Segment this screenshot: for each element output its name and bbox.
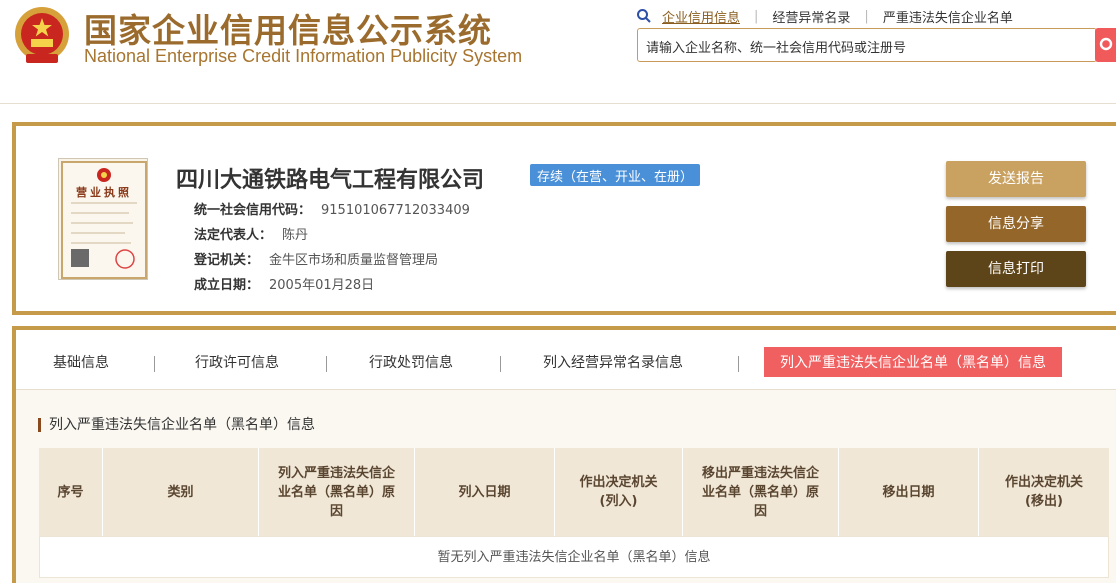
column-header: 列入日期 xyxy=(415,448,555,536)
column-header: 移出日期 xyxy=(839,448,979,536)
column-header: 移出严重违法失信企业名单（黑名单）原因 xyxy=(683,448,839,536)
site-title: 国家企业信用信息公示系统 xyxy=(84,11,492,50)
info-row-credit-code: 统一社会信用代码： 915101067712033409 xyxy=(194,203,470,218)
search-icon xyxy=(1099,37,1113,51)
status-badge: 存续（在营、开业、在册） xyxy=(530,164,701,186)
share-info-button[interactable]: 信息分享 xyxy=(946,206,1086,242)
business-license-thumbnail[interactable]: 营业执照 xyxy=(58,158,148,280)
tab-bar: 基础信息 行政许可信息 行政处罚信息 列入经营异常名录信息 列入严重违法失信企业… xyxy=(16,330,1116,390)
top-nav: 企业信用信息 | 经营异常名录 | 严重违法失信企业名单 xyxy=(636,6,1013,26)
tab-blacklist[interactable]: 列入严重违法失信企业名单（黑名单）信息 xyxy=(764,347,1062,377)
column-header: 列入严重违法失信企业名单（黑名单）原因 xyxy=(259,448,415,536)
content-panel: 基础信息 行政许可信息 行政处罚信息 列入经营异常名录信息 列入严重违法失信企业… xyxy=(12,326,1116,583)
site-title-english: National Enterprise Credit Information P… xyxy=(84,46,523,66)
tab-basic-info[interactable]: 基础信息 xyxy=(53,352,109,372)
info-row-legal-rep: 法定代表人： 陈丹 xyxy=(194,228,309,243)
tab-admin-license[interactable]: 行政许可信息 xyxy=(195,352,279,372)
link-abnormal-list[interactable]: 经营异常名录 xyxy=(772,7,850,26)
link-credit-info[interactable]: 企业信用信息 xyxy=(662,7,740,26)
company-name: 四川大通铁路电气工程有限公司 xyxy=(176,168,485,193)
table-header: 序号 类别 列入严重违法失信企业名单（黑名单）原因 列入日期 作出决定机关(列入… xyxy=(39,448,1109,536)
send-report-button[interactable]: 发送报告 xyxy=(946,161,1086,197)
column-header: 作出决定机关(列入) xyxy=(555,448,683,536)
license-title: 营业执照 xyxy=(76,186,132,199)
company-info-panel: 营业执照 四川大通铁路电气工程有限公司 存续（在营、开业、在册） 统一社会信用代… xyxy=(12,122,1116,315)
info-row-registration-authority: 登记机关： 金牛区市场和质量监督管理局 xyxy=(194,253,439,268)
column-header: 类别 xyxy=(103,448,259,536)
print-info-button[interactable]: 信息打印 xyxy=(946,251,1086,287)
link-blacklist[interactable]: 严重违法失信企业名单 xyxy=(883,7,1013,26)
section-title: 列入严重违法失信企业名单（黑名单）信息 xyxy=(38,418,315,432)
tab-admin-penalty[interactable]: 行政处罚信息 xyxy=(369,352,453,372)
site-header: 国家企业信用信息公示系统 National Enterprise Credit … xyxy=(0,0,1116,104)
info-row-established-date: 成立日期： 2005年01月28日 xyxy=(194,278,375,293)
search-button[interactable] xyxy=(1095,28,1116,62)
table-empty-row: 暂无列入严重违法失信企业名单（黑名单）信息 xyxy=(39,536,1109,578)
search-input[interactable]: 请输入企业名称、统一社会信用代码或注册号 xyxy=(637,28,1097,62)
column-header: 序号 xyxy=(39,448,103,536)
license-document-icon xyxy=(61,161,147,279)
column-header: 作出决定机关(移出) xyxy=(1004,475,1083,509)
search-icon xyxy=(637,9,651,23)
national-emblem-icon xyxy=(15,7,69,63)
tab-abnormal-list[interactable]: 列入经营异常名录信息 xyxy=(543,352,683,372)
